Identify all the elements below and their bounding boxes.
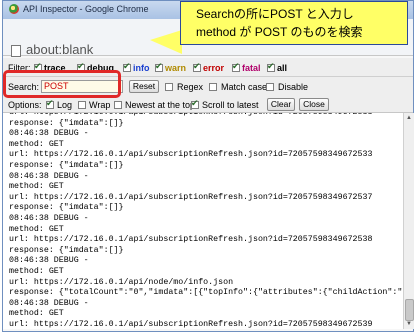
warn-checkbox[interactable] bbox=[155, 61, 163, 72]
log-line: url: https://172.16.0.1/api/node/mo/info… bbox=[9, 277, 234, 287]
scroll-up-icon[interactable]: ▲ bbox=[405, 114, 413, 122]
wrap-label: Wrap bbox=[89, 100, 111, 110]
reset-button[interactable]: Reset bbox=[129, 80, 159, 93]
log-line: method: GET bbox=[9, 267, 64, 276]
window-title: API Inspector - Google Chrome bbox=[23, 4, 149, 14]
options-label: Options: bbox=[8, 100, 42, 110]
log-line: url: https://172.16.0.1/api/subscription… bbox=[9, 235, 373, 245]
newest-checkbox[interactable] bbox=[114, 101, 122, 109]
error-label: error bbox=[203, 63, 225, 73]
regex-checkbox[interactable] bbox=[165, 83, 173, 91]
log-line: url: https://172.16.0.1/api/subscription… bbox=[9, 320, 373, 329]
scroll-thumb[interactable] bbox=[405, 299, 414, 321]
info-checkbox[interactable] bbox=[123, 61, 131, 72]
log-line: url: https://172.16.0.1/api/subscription… bbox=[9, 150, 373, 160]
clear-button[interactable]: Clear bbox=[267, 98, 295, 111]
log-line: 08:46:38 DEBUG - bbox=[9, 171, 89, 181]
close-button[interactable]: Close bbox=[299, 98, 329, 111]
log-checkbox[interactable] bbox=[46, 98, 54, 109]
callout-line-1: Searchの所にPOST と入力し bbox=[196, 7, 354, 21]
match-case-checkbox[interactable] bbox=[209, 83, 217, 91]
scroll-latest-checkbox[interactable] bbox=[191, 98, 199, 109]
log-line: response: {"totalCount":"0","imdata":[{"… bbox=[9, 288, 403, 298]
options-row: Options: Log Wrap Newest at the top Scro… bbox=[3, 97, 413, 113]
log-line: 08:46:38 DEBUG - bbox=[9, 298, 89, 308]
callout-tail bbox=[150, 30, 182, 54]
all-checkbox[interactable] bbox=[267, 61, 275, 72]
log-line: method: GET bbox=[9, 182, 64, 192]
log-label: Log bbox=[57, 100, 73, 110]
log-line: 08:46:38 DEBUG - bbox=[9, 256, 89, 266]
regex-label: Regex bbox=[177, 82, 204, 92]
log-line: response: {"imdata":[]} bbox=[9, 245, 124, 255]
fatal-label: fatal bbox=[242, 63, 261, 73]
log-line: 08:46:38 DEBUG - bbox=[9, 129, 89, 139]
log-line: method: GET bbox=[9, 224, 64, 234]
vertical-scrollbar[interactable]: ▲ ▼ bbox=[403, 113, 414, 329]
log-line: response: {"imdata":[]} bbox=[9, 161, 124, 170]
all-label: all bbox=[277, 63, 288, 73]
info-label: info bbox=[133, 63, 150, 73]
error-checkbox[interactable] bbox=[193, 61, 201, 72]
scroll-down-icon[interactable]: ▼ bbox=[405, 320, 413, 328]
warn-label: warn bbox=[165, 63, 187, 73]
address-text[interactable]: about:blank bbox=[26, 42, 93, 57]
log-output[interactable]: url: https://172.16.0.1/api/subscription… bbox=[3, 113, 403, 329]
fatal-checkbox[interactable] bbox=[232, 61, 240, 72]
log-line: url: https://172.16.0.1/api/subscription… bbox=[9, 192, 373, 202]
wrap-checkbox[interactable] bbox=[78, 101, 86, 109]
log-line: response: {"imdata":[]} bbox=[9, 203, 124, 213]
disable-checkbox[interactable] bbox=[266, 83, 274, 91]
disable-label: Disable bbox=[278, 82, 309, 92]
log-line: method: GET bbox=[9, 309, 64, 319]
callout-line-2: method が POST のものを検索 bbox=[196, 25, 363, 39]
log-line: method: GET bbox=[9, 139, 64, 149]
browser-window: API Inspector - Google Chrome about:blan… bbox=[2, 0, 414, 332]
log-line: 08:46:38 DEBUG - bbox=[9, 214, 89, 223]
page-icon bbox=[11, 45, 21, 57]
search-highlight-frame bbox=[3, 70, 121, 98]
log-line: response: {"imdata":[]} bbox=[9, 118, 124, 128]
scroll-latest-label: Scroll to latest bbox=[202, 100, 259, 110]
match-case-label: Match case bbox=[221, 82, 268, 92]
newest-label: Newest at the top bbox=[125, 100, 196, 110]
chrome-icon bbox=[9, 4, 19, 14]
